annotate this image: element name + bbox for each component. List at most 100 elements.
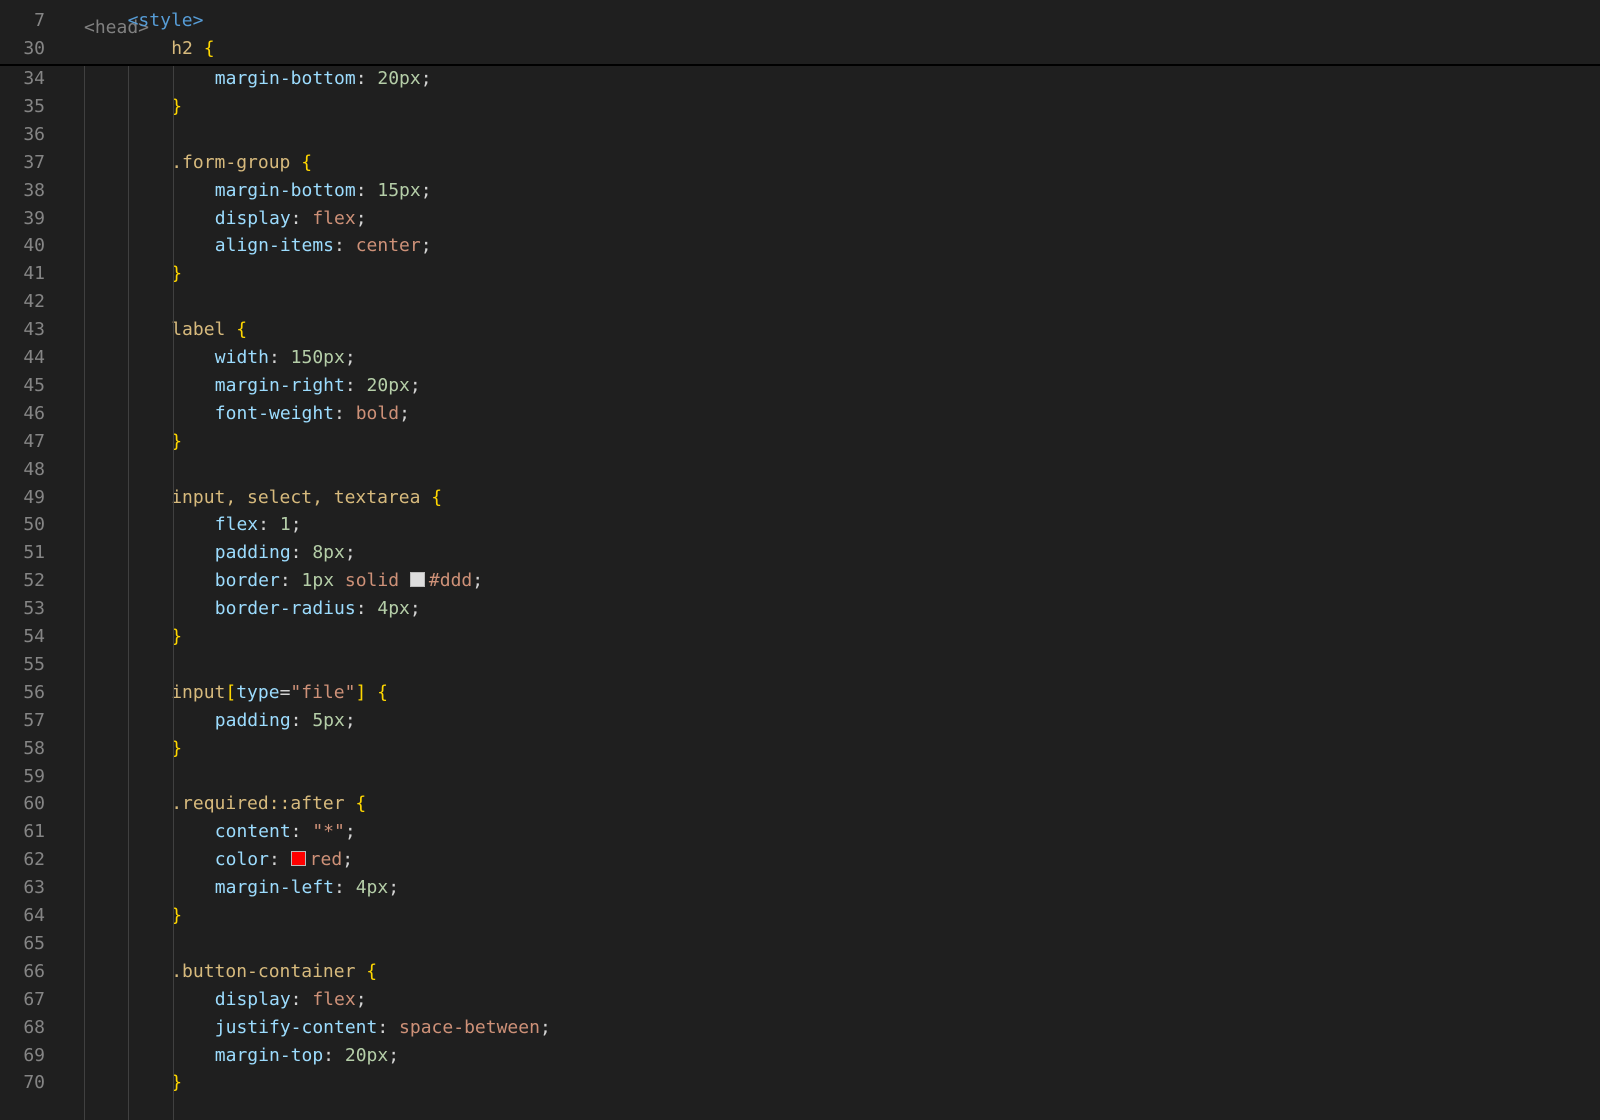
line-number: 50 xyxy=(23,514,45,536)
code-line[interactable]: 45 margin-right: 20px; xyxy=(0,372,1600,400)
code-line[interactable]: 37 .form-group { xyxy=(0,149,1600,177)
line-number: 56 xyxy=(23,681,45,703)
code-token: = xyxy=(279,681,291,703)
code-token: : xyxy=(279,570,302,592)
color-swatch[interactable] xyxy=(290,851,306,867)
code-token: center xyxy=(355,235,421,257)
code-line[interactable]: 70} xyxy=(0,1069,1600,1097)
code-token: : xyxy=(334,877,356,899)
code-editor[interactable]: <head> 7 <style> 30 h2 { 34 margin-bottom: 2… xyxy=(0,0,1600,1120)
code-token: ; xyxy=(399,402,410,424)
code-line[interactable]: 61 content: "*"; xyxy=(0,818,1600,846)
line-number: 51 xyxy=(23,542,45,564)
code-line[interactable]: 40 align-items: center; xyxy=(0,232,1600,260)
code-line[interactable]: 34 margin-bottom: 20px; xyxy=(0,65,1600,93)
line-code: width: 150px; xyxy=(215,344,356,372)
code-line[interactable]: 51 padding: 8px; xyxy=(0,539,1600,567)
code-token: margin-bottom xyxy=(214,179,356,201)
code-line[interactable]: 58} xyxy=(0,735,1600,763)
code-line[interactable]: 43 label { xyxy=(0,316,1600,344)
code-line[interactable]: 42 xyxy=(0,288,1600,316)
code-line[interactable]: 50 flex: 1; xyxy=(0,511,1600,539)
code-line[interactable]: 60 .required::after { xyxy=(0,790,1600,818)
code-token: ; xyxy=(290,514,302,536)
code-token: border xyxy=(214,570,280,592)
code-token: "file" xyxy=(290,681,356,703)
code-token: ; xyxy=(409,374,421,396)
code-line[interactable]: 65 xyxy=(0,930,1600,958)
code-line[interactable]: 59 xyxy=(0,763,1600,791)
line-number: 45 xyxy=(23,374,45,396)
code-line[interactable]: 56 input[type="file"] { xyxy=(0,679,1600,707)
code-line[interactable]: 49 input, select, textarea { xyxy=(0,484,1600,512)
sticky-code-line[interactable]: 30 h2 { xyxy=(0,35,1600,63)
code-line[interactable]: 48 xyxy=(0,456,1600,484)
code-token: <style> xyxy=(127,10,204,31)
code-token: flex xyxy=(214,514,259,536)
code-line[interactable]: 55 xyxy=(0,651,1600,679)
code-token: : xyxy=(258,514,280,536)
code-line[interactable]: 41} xyxy=(0,260,1600,288)
code-token: ; xyxy=(388,1044,400,1066)
code-token: { xyxy=(225,319,248,341)
code-token: input, select, textarea xyxy=(171,486,421,508)
line-code: margin-bottom: 20px; xyxy=(215,65,432,93)
code-line[interactable]: 57 padding: 5px; xyxy=(0,707,1600,735)
code-line[interactable]: 64} xyxy=(0,902,1600,930)
code-token: color xyxy=(214,849,269,871)
code-token: : xyxy=(290,542,313,564)
sticky-code-line[interactable]: 7 <style> xyxy=(0,7,1600,35)
code-token: 20px xyxy=(377,68,421,89)
code-line[interactable]: 47} xyxy=(0,428,1600,456)
line-code: border-radius: 4px; xyxy=(215,595,421,623)
line-code: margin-right: 20px; xyxy=(215,372,421,400)
code-line[interactable]: 68 justify-content: space-between; xyxy=(0,1014,1600,1042)
code-line[interactable]: 39 display: flex; xyxy=(0,205,1600,233)
code-line[interactable]: 52 border: 1px solid #ddd; xyxy=(0,567,1600,595)
code-line[interactable]: 46 font-weight: bold; xyxy=(0,400,1600,428)
line-number: 69 xyxy=(23,1044,45,1066)
code-token: .required::after xyxy=(171,793,345,815)
color-swatch[interactable] xyxy=(409,572,425,588)
code-token: label xyxy=(171,319,226,341)
code-line[interactable]: 54} xyxy=(0,623,1600,651)
code-line[interactable]: 66 .button-container { xyxy=(0,958,1600,986)
line-number: 60 xyxy=(23,793,45,815)
code-token: space-between xyxy=(399,1016,540,1038)
code-line[interactable]: 36 xyxy=(0,121,1600,149)
code-token: 150px xyxy=(290,347,345,368)
code-token: justify-content xyxy=(214,1016,378,1038)
line-code: input[type="file"] { xyxy=(171,679,388,707)
line-number: 30 xyxy=(23,37,45,59)
line-number: 36 xyxy=(23,123,45,145)
code-line[interactable]: 35} xyxy=(0,93,1600,121)
line-number: 68 xyxy=(23,1016,45,1038)
code-token: : xyxy=(334,402,356,424)
code-line[interactable]: 38 margin-bottom: 15px; xyxy=(0,177,1600,205)
code-line[interactable]: 44 width: 150px; xyxy=(0,344,1600,372)
line-code: margin-bottom: 15px; xyxy=(215,177,432,205)
code-token: { xyxy=(344,793,367,815)
code-line[interactable]: 63 margin-left: 4px; xyxy=(0,874,1600,902)
code-token: display xyxy=(214,207,291,229)
line-code: input, select, textarea { xyxy=(171,484,442,512)
line-code: display: flex; xyxy=(215,205,367,233)
line-code: border: 1px solid #ddd; xyxy=(215,567,483,595)
code-line[interactable]: 67 display: flex; xyxy=(0,986,1600,1014)
code-token: { xyxy=(355,960,378,982)
code-line[interactable]: 69 margin-top: 20px; xyxy=(0,1042,1600,1070)
code-line[interactable]: 62 color: red; xyxy=(0,846,1600,874)
code-line[interactable]: 53 border-radius: 4px; xyxy=(0,595,1600,623)
line-number: 65 xyxy=(23,932,45,954)
line-code: .required::after { xyxy=(171,790,366,818)
code-token: "*" xyxy=(312,821,345,843)
code-token: ; xyxy=(388,877,400,899)
code-token: 8px xyxy=(312,542,345,564)
line-number: 7 xyxy=(34,10,45,31)
sticky-scroll-header[interactable]: <head> 7 <style> 30 h2 { xyxy=(0,0,1600,66)
code-token: align-items xyxy=(214,235,335,257)
code-token: padding xyxy=(214,542,291,564)
line-code: flex: 1; xyxy=(215,511,302,539)
code-token: input xyxy=(171,681,226,703)
